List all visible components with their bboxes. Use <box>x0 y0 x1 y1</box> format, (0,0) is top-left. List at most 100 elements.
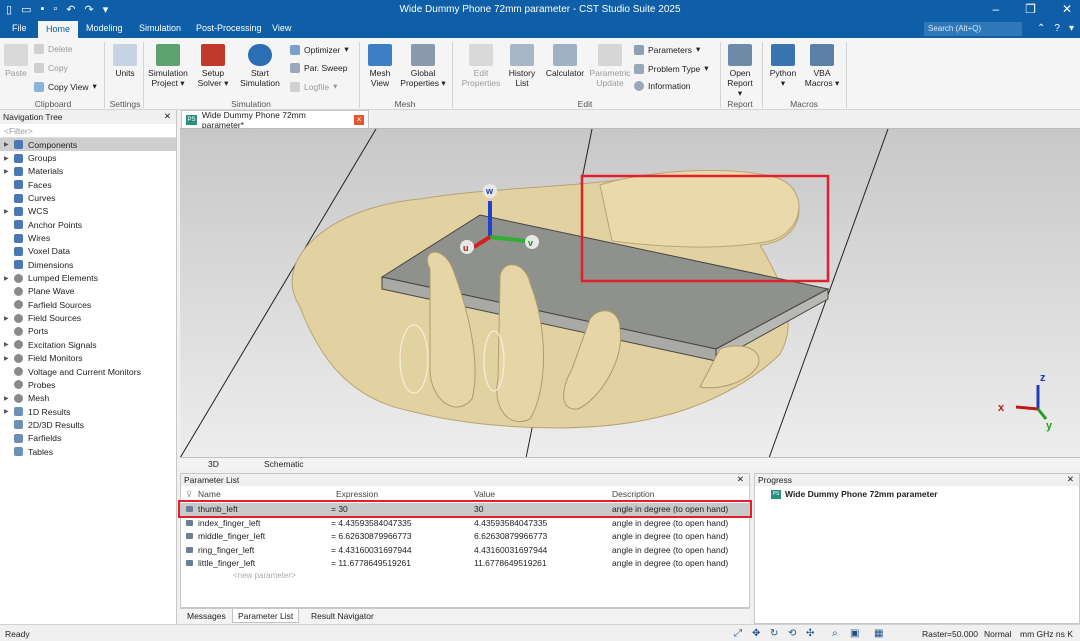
optimizer-button[interactable]: Optimizer ▾ <box>290 44 349 55</box>
rotate-icon[interactable]: ↻ <box>770 628 778 639</box>
logfile-button[interactable]: Logfile ▾ <box>290 81 337 92</box>
close-tab-icon[interactable]: × <box>354 114 364 125</box>
tree-item[interactable]: ▶ Field Sources <box>0 311 176 324</box>
tree-item[interactable]: ▶ Lumped Elements <box>0 271 176 284</box>
expand-arrow-icon[interactable]: ▶ <box>4 275 14 282</box>
expand-arrow-icon[interactable]: ▶ <box>4 155 14 162</box>
parameter-row[interactable]: index_finger_left = 4.43593584047335 4.435… <box>181 517 749 530</box>
tree-item[interactable]: ▶ WCS <box>0 205 176 218</box>
tab-view[interactable]: View <box>272 23 291 33</box>
zoom-fit-icon[interactable]: ⤢ <box>734 628 742 639</box>
tree-item[interactable]: Farfields <box>0 432 176 445</box>
parameter-row[interactable]: ring_finger_left = 4.43160031697944 4.4316… <box>181 544 749 557</box>
tab-post-processing[interactable]: Post-Processing <box>196 23 262 33</box>
tab-parameter-list[interactable]: Parameter List <box>232 609 300 623</box>
expand-arrow-icon[interactable]: ▶ <box>4 315 14 322</box>
close-icon[interactable]: ✕ <box>737 474 744 485</box>
tree-item[interactable]: Farfield Sources <box>0 298 176 311</box>
expand-arrow-icon[interactable]: ▶ <box>4 168 14 175</box>
tree-item[interactable]: ▶ 1D Results <box>0 405 176 418</box>
expand-arrow-icon[interactable]: ▶ <box>4 408 14 415</box>
tab-home[interactable]: Home <box>38 21 79 38</box>
tree-item[interactable]: ▶ Mesh <box>0 392 176 405</box>
chevron-down-icon[interactable]: ▾ <box>1069 23 1074 34</box>
progress-item[interactable]: PS Wide Dummy Phone 72mm parameter <box>771 489 938 499</box>
close-icon[interactable]: ✕ <box>1062 2 1072 16</box>
parameter-row[interactable]: middle_finger_left = 6.62630879966773 6.62… <box>181 530 749 543</box>
new-parameter-row[interactable]: <new parameter> <box>233 571 296 580</box>
document-tab[interactable]: PS Wide Dummy Phone 72mm parameter* × <box>181 110 369 130</box>
pan-icon[interactable]: ✥ <box>752 628 760 639</box>
tree-item[interactable]: Voxel Data <box>0 245 176 258</box>
tab-3d[interactable]: 3D <box>208 459 219 469</box>
calculator-button[interactable]: Calculator <box>545 44 585 78</box>
simulation-project-button[interactable]: Simulation Project ▾ <box>148 44 188 88</box>
filter-input[interactable]: <Filter> <box>0 124 176 138</box>
global-properties-button[interactable]: Global Properties ▾ <box>400 44 446 88</box>
move-icon[interactable]: ✣ <box>806 628 814 639</box>
parametric-update-button[interactable]: Parametric Update <box>588 44 632 88</box>
copy-view-button[interactable]: Copy View ▾ <box>34 81 97 92</box>
column-value[interactable]: Value <box>474 489 495 499</box>
search-input[interactable]: Search (Alt+Q) <box>924 22 1022 36</box>
column-expression[interactable]: Expression <box>336 489 378 499</box>
expand-arrow-icon[interactable]: ▶ <box>4 341 14 348</box>
expand-arrow-icon[interactable]: ▶ <box>4 395 14 402</box>
tree-item[interactable]: ▶ Materials <box>0 165 176 178</box>
mesh-view-button[interactable]: Mesh View <box>366 44 394 88</box>
help-icon[interactable]: ? <box>1054 23 1060 34</box>
column-description[interactable]: Description <box>612 489 655 499</box>
tab-result-navigator[interactable]: Result Navigator <box>311 611 374 621</box>
edit-properties-button[interactable]: Edit Properties <box>460 44 502 88</box>
close-icon[interactable]: ✕ <box>164 111 171 122</box>
tree-item[interactable]: Anchor Points <box>0 218 176 231</box>
tab-schematic[interactable]: Schematic <box>264 459 304 469</box>
expand-arrow-icon[interactable]: ▶ <box>4 208 14 215</box>
tree-item[interactable]: Wires <box>0 231 176 244</box>
par-sweep-button[interactable]: Par. Sweep <box>290 63 347 73</box>
paste-button[interactable]: Paste <box>4 44 28 78</box>
python-button[interactable]: Python ▾ <box>767 44 799 88</box>
open-report-button[interactable]: Open Report ▾ <box>724 44 756 98</box>
view-icon[interactable]: ▣ <box>850 628 859 639</box>
tree-item[interactable]: ▶ Groups <box>0 151 176 164</box>
minimize-icon[interactable]: – <box>992 2 999 16</box>
3d-viewport[interactable]: w v u z x y <box>180 128 1080 457</box>
tree-item[interactable]: 2D/3D Results <box>0 418 176 431</box>
tree-item[interactable]: Voltage and Current Monitors <box>0 365 176 378</box>
tree-item[interactable]: Curves <box>0 191 176 204</box>
vba-macros-button[interactable]: VBA Macros ▾ <box>804 44 840 88</box>
grid-icon[interactable]: ▦ <box>874 628 883 639</box>
history-list-button[interactable]: History List <box>507 44 537 88</box>
tree-item[interactable]: ▶ Components <box>0 138 176 152</box>
rotate-view-icon[interactable]: ⟲ <box>788 628 796 639</box>
filter-icon[interactable]: ⊽ <box>186 489 192 500</box>
tab-messages[interactable]: Messages <box>187 611 226 621</box>
tree-item[interactable]: Dimensions <box>0 258 176 271</box>
tab-modeling[interactable]: Modeling <box>86 23 123 33</box>
units-value[interactable]: mm GHz ns K <box>1020 629 1073 639</box>
expand-arrow-icon[interactable]: ▶ <box>4 355 14 362</box>
tree-item[interactable]: Faces <box>0 178 176 191</box>
ribbon-collapse-icon[interactable]: ⌃ <box>1037 23 1045 34</box>
tree-item[interactable]: Probes <box>0 378 176 391</box>
tree-item[interactable]: ▶ Excitation Signals <box>0 338 176 351</box>
tree-item[interactable]: Tables <box>0 445 176 458</box>
parameters-button[interactable]: Parameters ▾ <box>634 44 700 55</box>
copy-button[interactable]: Copy <box>34 63 68 73</box>
tree-item[interactable]: ▶ Field Monitors <box>0 352 176 365</box>
units-button[interactable]: Units <box>112 44 138 78</box>
maximize-icon[interactable]: ❐ <box>1025 2 1036 16</box>
setup-solver-button[interactable]: Setup Solver ▾ <box>196 44 230 88</box>
parameter-row[interactable]: little_finger_left = 11.6778649519261 11.6… <box>181 557 749 570</box>
problem-type-button[interactable]: Problem Type ▾ <box>634 63 709 74</box>
column-name[interactable]: Name <box>198 489 221 499</box>
parameter-row[interactable]: thumb_left = 30 30 angle in degree (to open… <box>181 503 749 516</box>
zoom-icon[interactable]: ⌕ <box>832 628 838 639</box>
tree-item[interactable]: Ports <box>0 325 176 338</box>
delete-button[interactable]: Delete <box>34 44 73 54</box>
tab-file[interactable]: File <box>12 23 27 33</box>
start-simulation-button[interactable]: Start Simulation <box>238 44 282 88</box>
tree-item[interactable]: Plane Wave <box>0 285 176 298</box>
information-button[interactable]: Information <box>634 81 691 91</box>
